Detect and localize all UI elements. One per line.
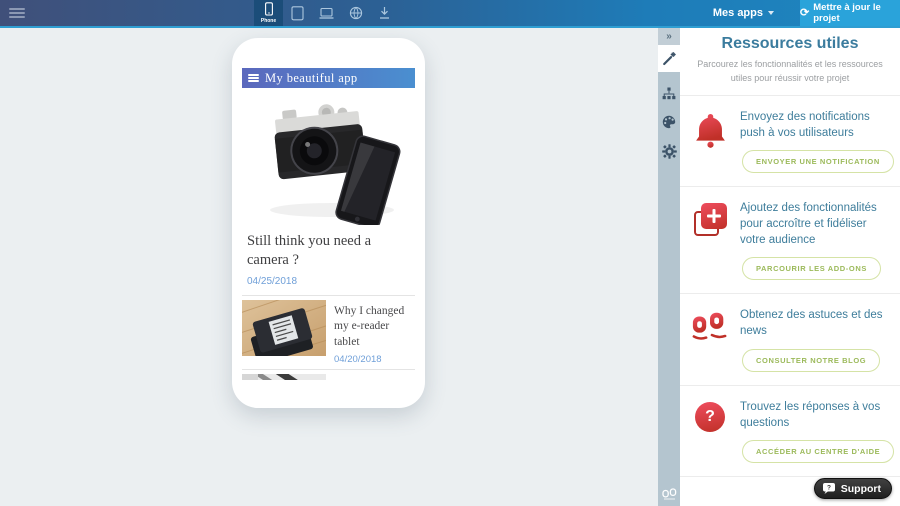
- app-header: My beautiful app: [242, 68, 415, 88]
- sitemap-icon: [662, 87, 676, 100]
- gear-icon: [662, 144, 677, 159]
- resource-title: Trouvez les réponses à vos questions: [740, 399, 894, 431]
- tablet-icon: [291, 6, 304, 21]
- device-website-button[interactable]: [341, 0, 370, 26]
- tab-theme[interactable]: [658, 114, 680, 130]
- send-notification-button[interactable]: ENVOYER UNE NOTIFICATION: [742, 150, 894, 173]
- update-project-label: Mettre à jour le projet: [813, 2, 900, 24]
- side-toolbar: »: [658, 28, 680, 506]
- support-button[interactable]: ? Support: [814, 478, 892, 499]
- refresh-icon: ⟳: [800, 8, 809, 19]
- ereader-thumbnail-image: [242, 300, 326, 356]
- svg-text:?: ?: [827, 485, 831, 492]
- mes-apps-menu[interactable]: Mes apps: [705, 0, 782, 26]
- main-menu-icon[interactable]: [9, 8, 25, 20]
- device-phone-label: Phone: [261, 18, 276, 24]
- question-mark-icon: ?: [695, 402, 725, 432]
- globe-icon: [349, 6, 363, 20]
- phone-preview-frame: My beautiful app: [232, 38, 425, 408]
- visit-blog-button[interactable]: CONSULTER NOTRE BLOG: [742, 349, 880, 372]
- collapse-panel-button[interactable]: »: [658, 28, 680, 45]
- panel-header: Ressources utiles Parcourez les fonction…: [680, 28, 900, 96]
- list-item[interactable]: Why I changed my e-reader tablet 04/20/2…: [242, 295, 415, 370]
- app-title: My beautiful app: [265, 71, 358, 86]
- resource-item-help: ? Trouvez les réponses à vos questions A…: [680, 386, 900, 477]
- list-item[interactable]: New lenses - our crash test: [242, 369, 415, 380]
- panel-subtitle: Parcourez les fonctionnalités et les res…: [696, 58, 884, 86]
- resource-item-notifications: Envoyez des notifications push à vos uti…: [680, 96, 900, 187]
- article-title[interactable]: Still think you need a camera ?: [242, 225, 415, 272]
- resource-title: Ajoutez des fonctionnalités pour accroît…: [740, 200, 888, 248]
- article-hero-image[interactable]: [242, 88, 415, 225]
- panel-title: Ressources utiles: [696, 35, 884, 53]
- glasses-blog-icon: [691, 310, 729, 342]
- bell-icon: [694, 112, 727, 149]
- help-center-button[interactable]: ACCÉDER AU CENTRE D'AIDE: [742, 440, 894, 463]
- device-desktop-button[interactable]: [312, 0, 341, 26]
- browse-addons-button[interactable]: PARCOURIR LES ADD-ONS: [742, 257, 881, 280]
- article-date: 04/25/2018: [242, 272, 415, 295]
- list-item-title: Why I changed my e-reader tablet: [334, 304, 411, 351]
- laptop-icon: [319, 7, 334, 20]
- chat-bubble-icon: ?: [822, 482, 836, 495]
- resource-title: Obtenez des astuces et des news: [740, 307, 888, 339]
- device-switcher: Phone: [254, 0, 399, 26]
- phone-icon: [263, 2, 275, 17]
- magic-wand-icon: [662, 51, 677, 66]
- download-icon: [378, 6, 391, 20]
- update-project-button[interactable]: ⟳ Mettre à jour le projet: [800, 0, 900, 26]
- resources-panel: Ressources utiles Parcourez les fonction…: [680, 28, 900, 506]
- resource-title: Envoyez des notifications push à vos uti…: [740, 109, 894, 141]
- resource-item-blog: Obtenez des astuces et des news CONSULTE…: [680, 294, 900, 385]
- list-item-date: 04/20/2018: [334, 354, 411, 365]
- addons-plus-icon: [694, 203, 727, 236]
- glasses-logo-icon: [662, 488, 677, 501]
- device-tablet-button[interactable]: [283, 0, 312, 26]
- app-menu-icon[interactable]: [248, 72, 259, 83]
- mes-apps-label: Mes apps: [713, 7, 763, 19]
- tab-design-wand[interactable]: [658, 45, 680, 72]
- top-bar: Phone Mes apps: [0, 0, 900, 28]
- lens-thumbnail-image: [242, 374, 326, 380]
- goodbarber-logo: [658, 488, 680, 501]
- resource-item-addons: Ajoutez des fonctionnalités pour accroît…: [680, 187, 900, 294]
- tab-settings[interactable]: [658, 143, 680, 159]
- double-chevron-icon: »: [666, 31, 672, 42]
- phone-screen: My beautiful app: [242, 68, 415, 380]
- device-phone-button[interactable]: Phone: [254, 0, 283, 26]
- tab-structure[interactable]: [658, 85, 680, 101]
- list-item-title: New lenses - our crash test: [334, 378, 411, 380]
- device-export-button[interactable]: [370, 0, 399, 26]
- support-label: Support: [841, 483, 881, 495]
- palette-icon: [662, 115, 676, 129]
- caret-down-icon: [768, 11, 774, 15]
